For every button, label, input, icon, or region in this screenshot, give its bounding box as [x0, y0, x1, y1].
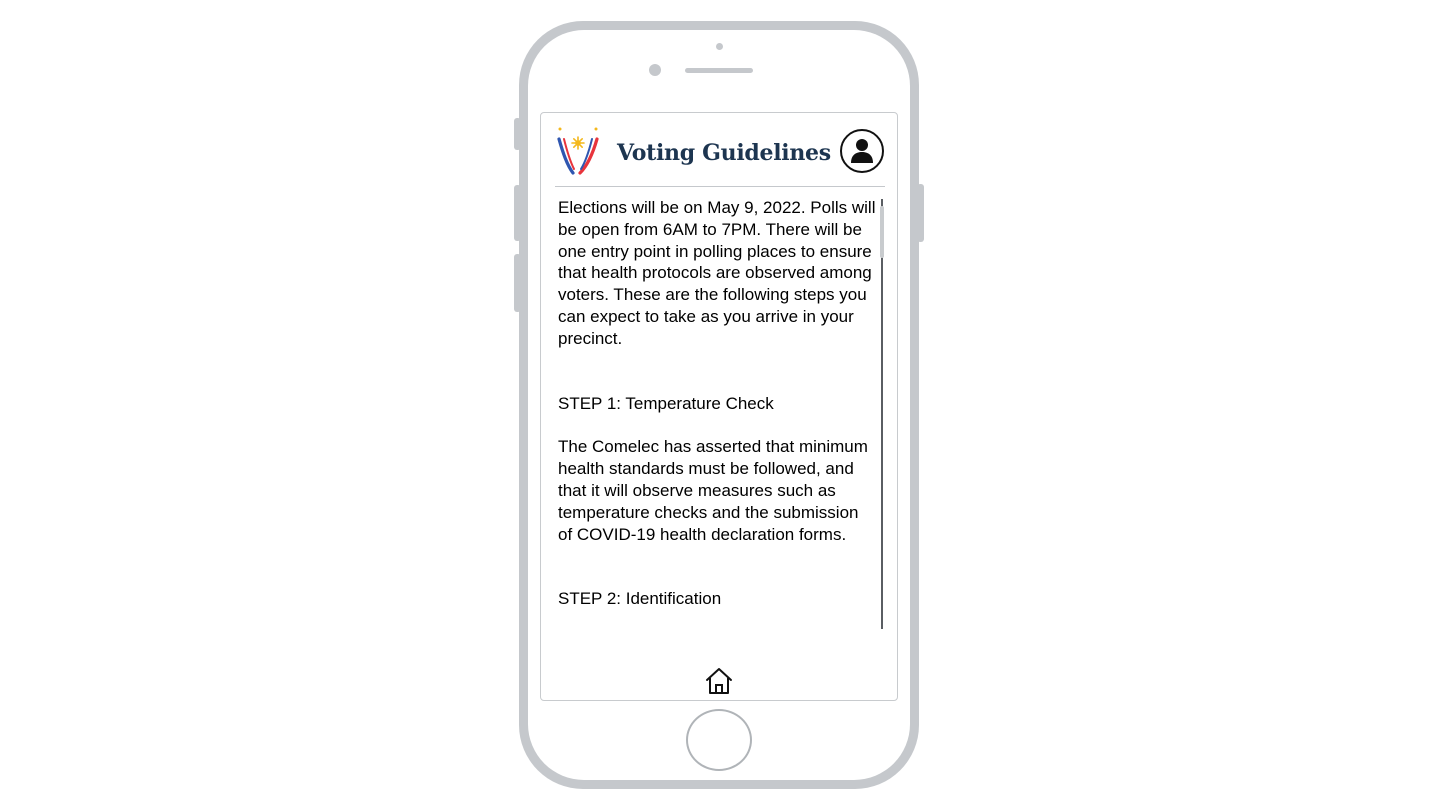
app-screen: Voting Guidelines Elections will be on M… — [540, 112, 898, 701]
profile-button[interactable] — [840, 129, 884, 173]
sensor-dot — [716, 43, 723, 50]
power-button — [917, 184, 924, 242]
front-camera — [649, 64, 661, 76]
scrollbar-track[interactable] — [881, 199, 883, 629]
page-title: Voting Guidelines — [617, 140, 831, 166]
home-icon[interactable] — [704, 666, 734, 696]
app-header: Voting Guidelines — [555, 113, 885, 187]
volume-down-button — [514, 254, 521, 312]
step-2-heading: STEP 2: Identification — [558, 589, 722, 609]
step-1-body: The Comelec has asserted that minimum he… — [558, 437, 868, 544]
step-1-heading: STEP 1: Temperature Check — [558, 393, 774, 413]
mute-switch — [514, 118, 521, 150]
user-icon — [851, 139, 873, 163]
earpiece-speaker — [685, 68, 753, 73]
guidelines-content: Elections will be on May 9, 2022. Polls … — [558, 197, 876, 629]
scrollbar-thumb[interactable] — [880, 206, 884, 258]
volume-up-button — [514, 185, 521, 241]
ph-flag-v-logo-icon — [557, 127, 599, 175]
intro-paragraph: Elections will be on May 9, 2022. Polls … — [558, 198, 876, 348]
home-hardware-button[interactable] — [686, 709, 752, 771]
